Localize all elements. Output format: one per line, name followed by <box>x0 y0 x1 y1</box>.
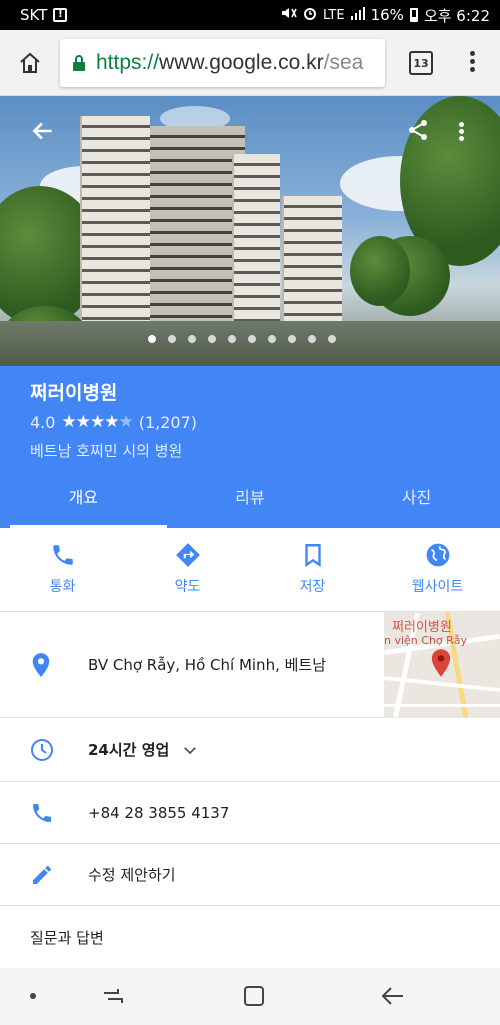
phone-row[interactable]: +84 28 3855 4137 <box>0 782 500 844</box>
clock: 오후 6:22 <box>423 6 490 25</box>
chevron-down-icon[interactable] <box>181 741 199 759</box>
system-nav-bar <box>0 968 500 1025</box>
share-icon <box>409 120 427 140</box>
photo-pagination <box>148 335 336 343</box>
mute-icon <box>281 6 297 24</box>
address-text: BV Chợ Rẫy, Hồ Chí Minh, 베트남 <box>88 656 327 674</box>
place-category: 베트남 호찌민 시의 병원 <box>30 442 183 460</box>
map-place-sublabel: n viện Chợ Rẫy <box>384 634 468 647</box>
review-count: (1,207) <box>138 412 197 432</box>
place-title: 쩌러이병원 <box>30 382 118 404</box>
star-icon: ★ <box>75 412 91 432</box>
bookmark-icon <box>304 544 321 567</box>
globe-icon <box>426 543 449 567</box>
nav-back-icon[interactable] <box>380 984 406 1008</box>
pencil-icon <box>33 865 51 884</box>
home-icon <box>20 52 40 73</box>
phone-icon <box>33 803 51 822</box>
photo-dot <box>308 335 316 343</box>
browser-toolbar: https://www.google.co.kr/sea 13 <box>0 30 500 96</box>
recent-apps-icon[interactable] <box>100 984 126 1008</box>
network-type: LTE <box>322 7 345 23</box>
hours-text: 24시간 영업 <box>88 741 170 759</box>
map-thumbnail[interactable]: 쩌러이병원 n viện Chợ Rẫy <box>384 612 500 718</box>
rating-row[interactable]: 4.0 ★★★★★ (1,207) <box>30 412 500 432</box>
signal-icon <box>350 6 365 24</box>
suggest-edit-text: 수정 제안하기 <box>88 866 176 884</box>
website-button[interactable]: 웹사이트 <box>375 528 500 611</box>
photo-dot <box>208 335 216 343</box>
arrow-back-icon <box>32 122 52 140</box>
star-icon: ★ <box>61 412 76 432</box>
photo-dot <box>148 335 156 343</box>
photo-dot <box>168 335 176 343</box>
star-icon: ★ <box>104 412 119 432</box>
directions-label: 약도 <box>174 579 201 595</box>
alarm-icon <box>303 6 317 24</box>
lock-icon <box>73 54 85 71</box>
star-icon: ★ <box>89 412 105 432</box>
tab-bar: 개요 리뷰 사진 <box>0 470 500 528</box>
action-bar: 통화 약도 저장 웹사이트 <box>0 528 500 612</box>
phone-text: +84 28 3855 4137 <box>88 803 230 822</box>
url-path: /sea <box>323 50 364 74</box>
qa-heading: 질문과 답변 <box>30 928 104 947</box>
carrier-label: SKT <box>20 6 48 24</box>
call-button[interactable]: 통화 <box>0 528 125 611</box>
directions-icon <box>175 543 200 567</box>
photo-dot <box>328 335 336 343</box>
map-place-label: 쩌러이병원 <box>392 620 452 635</box>
notification-alert-icon: ! <box>53 8 68 22</box>
save-button[interactable]: 저장 <box>250 528 375 611</box>
map-pin-icon <box>431 649 451 677</box>
tab-switcher-button[interactable]: 13 <box>409 51 433 75</box>
url-scheme: https:// <box>96 50 160 74</box>
location-pin-icon <box>32 652 50 677</box>
star-rating: ★★★★★ <box>61 412 133 432</box>
save-label: 저장 <box>299 579 326 595</box>
rating-value: 4.0 <box>30 412 56 432</box>
home-button[interactable] <box>0 30 60 96</box>
nav-home-icon[interactable] <box>242 984 266 1008</box>
browser-menu-button[interactable] <box>462 48 482 78</box>
photo-dot <box>268 335 276 343</box>
tab-photos[interactable]: 사진 <box>333 470 500 528</box>
hours-row[interactable]: 24시간 영업 <box>0 718 500 782</box>
qa-row[interactable]: 질문과 답변 <box>0 906 500 968</box>
photo-dot <box>248 335 256 343</box>
photo-dot <box>188 335 196 343</box>
more-options-button[interactable] <box>456 120 466 146</box>
phone-icon <box>52 545 73 565</box>
battery-percent: 16% <box>370 6 404 24</box>
url-host: www.google.co.kr <box>159 50 324 74</box>
address-bar[interactable]: https://www.google.co.kr/sea <box>60 38 385 87</box>
call-label: 통화 <box>49 579 76 595</box>
tab-reviews[interactable]: 리뷰 <box>167 470 334 528</box>
clock-icon <box>31 738 53 761</box>
star-icon: ★ <box>118 412 133 432</box>
photo-dot <box>228 335 236 343</box>
status-bar: SKT ! LTE 16% 오후 6:22 <box>0 0 500 30</box>
nav-dot-icon[interactable] <box>30 993 36 999</box>
photo-dot <box>288 335 296 343</box>
directions-button[interactable]: 약도 <box>125 528 250 611</box>
website-label: 웹사이트 <box>411 579 464 595</box>
share-button[interactable] <box>406 118 430 146</box>
back-button[interactable] <box>30 118 56 148</box>
battery-icon <box>409 8 418 22</box>
tab-overview[interactable]: 개요 <box>0 470 167 528</box>
suggest-edit-row[interactable]: 수정 제안하기 <box>0 844 500 906</box>
place-info-panel: 쩌러이병원 4.0 ★★★★★ (1,207) 베트남 호찌민 시의 병원 <box>0 366 500 470</box>
